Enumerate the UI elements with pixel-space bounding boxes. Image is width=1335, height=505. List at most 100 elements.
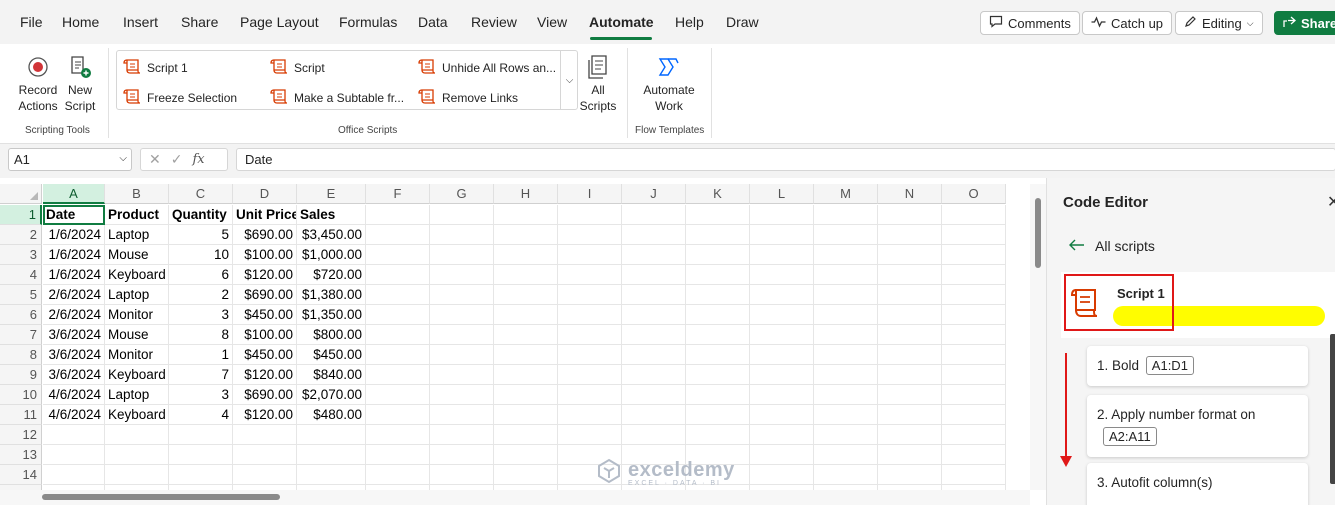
cell-d9[interactable]: $120.00 [233,365,297,385]
cell-o2[interactable] [942,225,1006,245]
column-header-b[interactable]: B [105,184,169,204]
cell-j9[interactable] [622,365,686,385]
insert-function-icon[interactable]: fx [192,152,204,167]
cell-o11[interactable] [942,405,1006,425]
cell-a11[interactable]: 4/6/2024 [43,405,105,425]
column-header-f[interactable]: F [366,184,430,204]
cell-i2[interactable] [558,225,622,245]
column-header-j[interactable]: J [622,184,686,204]
cell-m3[interactable] [814,245,878,265]
cell-g7[interactable] [430,325,494,345]
cell-d13[interactable] [233,445,297,465]
cell-f12[interactable] [366,425,430,445]
cell-e6[interactable]: $1,350.00 [297,305,366,325]
cell-n1[interactable] [878,205,942,225]
cell-e9[interactable]: $840.00 [297,365,366,385]
cell-f9[interactable] [366,365,430,385]
cell-h3[interactable] [494,245,558,265]
cell-a8[interactable]: 3/6/2024 [43,345,105,365]
cell-d2[interactable]: $690.00 [233,225,297,245]
cell-d7[interactable]: $100.00 [233,325,297,345]
cell-g13[interactable] [430,445,494,465]
menu-data[interactable]: Data [418,14,448,30]
vertical-scrollbar[interactable] [1030,184,1046,490]
cell-l1[interactable] [750,205,814,225]
menu-view[interactable]: View [537,14,567,30]
cell-a10[interactable]: 4/6/2024 [43,385,105,405]
cell-d11[interactable]: $120.00 [233,405,297,425]
cell-c10[interactable]: 3 [169,385,233,405]
cell-k4[interactable] [686,265,750,285]
column-header-e[interactable]: E [297,184,366,204]
cell-c12[interactable] [169,425,233,445]
cell-g12[interactable] [430,425,494,445]
cell-i9[interactable] [558,365,622,385]
cell-f13[interactable] [366,445,430,465]
cell-c13[interactable] [169,445,233,465]
cell-h5[interactable] [494,285,558,305]
cell-k8[interactable] [686,345,750,365]
cell-d1[interactable]: Unit Price [233,205,297,225]
cell-b5[interactable]: Laptop [105,285,169,305]
column-header-g[interactable]: G [430,184,494,204]
pane-scrollbar[interactable] [1330,334,1335,484]
column-header-l[interactable]: L [750,184,814,204]
menu-review[interactable]: Review [471,14,517,30]
menu-formulas[interactable]: Formulas [339,14,397,30]
menu-draw[interactable]: Draw [726,14,759,30]
menu-page-layout[interactable]: Page Layout [240,14,319,30]
cell-j7[interactable] [622,325,686,345]
cell-j6[interactable] [622,305,686,325]
new-script-button[interactable]: New Script [62,52,98,114]
cell-e1[interactable]: Sales [297,205,366,225]
column-header-o[interactable]: O [942,184,1006,204]
cell-n3[interactable] [878,245,942,265]
gallery-remove-links[interactable]: Remove Links [418,88,518,107]
cell-b8[interactable]: Monitor [105,345,169,365]
cell-m7[interactable] [814,325,878,345]
cell-b1[interactable]: Product [105,205,169,225]
cell-g5[interactable] [430,285,494,305]
cell-j11[interactable] [622,405,686,425]
gallery-make-subtable[interactable]: Make a Subtable fr... [270,88,404,107]
cell-n5[interactable] [878,285,942,305]
cell-m14[interactable] [814,465,878,485]
cell-l3[interactable] [750,245,814,265]
cell-d12[interactable] [233,425,297,445]
cell-l5[interactable] [750,285,814,305]
cell-b2[interactable]: Laptop [105,225,169,245]
menu-automate[interactable]: Automate [589,14,654,30]
cell-n2[interactable] [878,225,942,245]
cell-d5[interactable]: $690.00 [233,285,297,305]
row-header-8[interactable]: 8 [0,345,42,365]
cell-c2[interactable]: 5 [169,225,233,245]
cell-a6[interactable]: 2/6/2024 [43,305,105,325]
menu-insert[interactable]: Insert [123,14,158,30]
cell-h13[interactable] [494,445,558,465]
cell-c8[interactable]: 1 [169,345,233,365]
comments-button[interactable]: Comments [980,11,1080,35]
cell-k6[interactable] [686,305,750,325]
cell-f6[interactable] [366,305,430,325]
cell-n9[interactable] [878,365,942,385]
cell-n4[interactable] [878,265,942,285]
cell-d6[interactable]: $450.00 [233,305,297,325]
select-all-button[interactable] [0,184,42,204]
column-header-i[interactable]: I [558,184,622,204]
column-header-c[interactable]: C [169,184,233,204]
cell-o5[interactable] [942,285,1006,305]
cell-c14[interactable] [169,465,233,485]
cell-a12[interactable] [43,425,105,445]
row-header-2[interactable]: 2 [0,225,42,245]
cell-n10[interactable] [878,385,942,405]
cell-e8[interactable]: $450.00 [297,345,366,365]
cell-b3[interactable]: Mouse [105,245,169,265]
cell-j8[interactable] [622,345,686,365]
cell-o14[interactable] [942,465,1006,485]
cell-f3[interactable] [366,245,430,265]
gallery-unhide-all-rows[interactable]: Unhide All Rows an... [418,58,556,77]
automate-work-button[interactable]: Automate Work [638,52,700,114]
cell-f7[interactable] [366,325,430,345]
cell-m10[interactable] [814,385,878,405]
cell-h8[interactable] [494,345,558,365]
